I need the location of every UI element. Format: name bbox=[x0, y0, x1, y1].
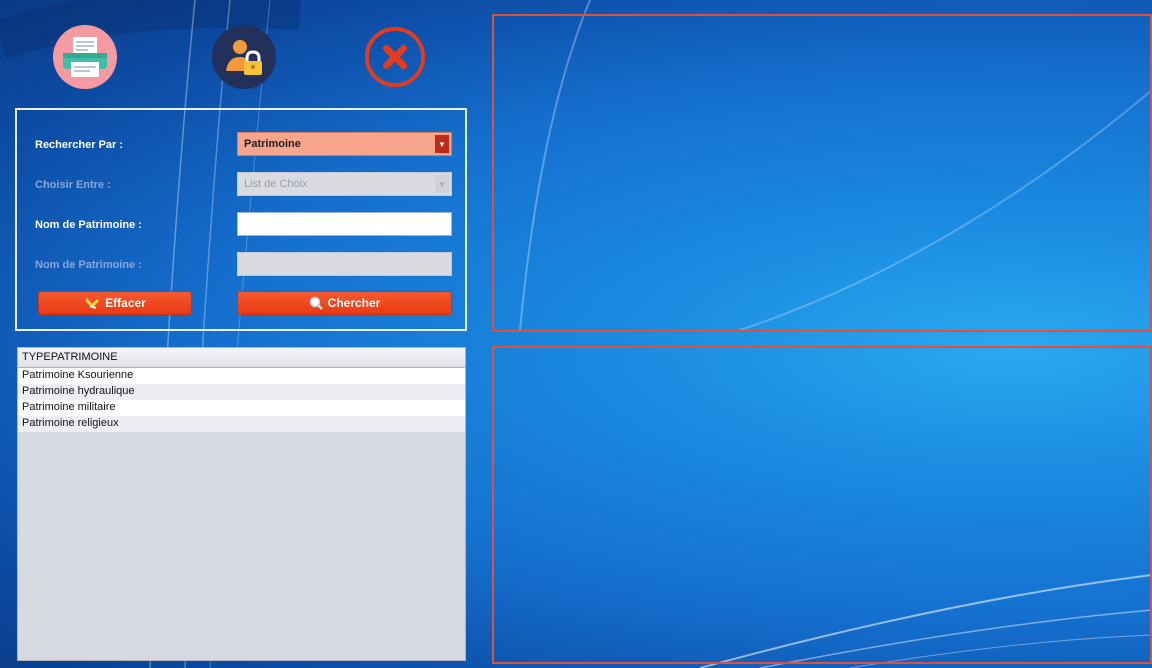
search-by-label: Rechercher Par : bbox=[35, 139, 124, 151]
top-content-panel bbox=[492, 14, 1152, 332]
printer-icon bbox=[63, 37, 107, 77]
choose-value: List de Choix bbox=[244, 178, 308, 190]
name2-input[interactable] bbox=[237, 252, 452, 276]
search-by-value: Patrimoine bbox=[244, 138, 301, 150]
search-icon bbox=[309, 296, 323, 310]
user-lock-icon bbox=[226, 40, 262, 75]
search-button-label: Chercher bbox=[327, 296, 381, 310]
name-label: Nom de Patrimoine : bbox=[35, 219, 142, 231]
table-row[interactable]: Patrimoine militaire bbox=[18, 400, 465, 416]
clear-button[interactable]: Effacer bbox=[38, 291, 192, 315]
close-button[interactable] bbox=[363, 25, 427, 89]
choose-select[interactable]: List de Choix ▼ bbox=[237, 172, 452, 196]
table-row[interactable]: Patrimoine hydraulique bbox=[18, 384, 465, 400]
eraser-icon bbox=[85, 298, 100, 309]
table-row[interactable]: Patrimoine religieux bbox=[18, 416, 465, 432]
search-button[interactable]: Chercher bbox=[237, 291, 452, 315]
dropdown-arrow-icon: ▼ bbox=[435, 175, 449, 193]
search-by-select[interactable]: Patrimoine ▼ bbox=[237, 132, 452, 156]
table-header-typepatrimoine[interactable]: TYPEPATRIMOINE bbox=[18, 348, 465, 368]
results-table: TYPEPATRIMOINE Patrimoine Ksourienne Pat… bbox=[17, 347, 466, 661]
clear-button-label: Effacer bbox=[105, 296, 146, 310]
name-input[interactable] bbox=[237, 212, 452, 236]
bottom-content-panel bbox=[492, 346, 1152, 664]
dropdown-arrow-icon[interactable]: ▼ bbox=[435, 135, 449, 153]
name2-label: Nom de Patrimoine : bbox=[35, 259, 142, 271]
search-panel: Rechercher Par : Patrimoine ▼ Choisir En… bbox=[15, 108, 467, 331]
table-row[interactable]: Patrimoine Ksourienne bbox=[18, 368, 465, 384]
choose-label: Choisir Entre : bbox=[35, 179, 111, 191]
close-icon bbox=[364, 26, 426, 88]
user-lock-button[interactable] bbox=[212, 25, 276, 89]
print-button[interactable] bbox=[53, 25, 117, 89]
